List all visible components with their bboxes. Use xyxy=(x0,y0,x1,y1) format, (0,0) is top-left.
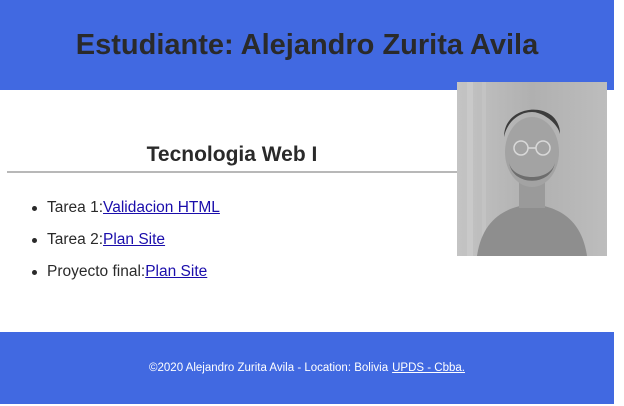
task-link-validacion-html[interactable]: Validacion HTML xyxy=(103,199,220,216)
profile-photo xyxy=(457,82,607,256)
task-list: Tarea 1:Validacion HTML Tarea 2:Plan Sit… xyxy=(30,196,220,292)
list-item: Proyecto final:Plan Site xyxy=(30,260,220,292)
task-prefix: Proyecto final: xyxy=(47,263,146,280)
section-title: Tecnologia Web I xyxy=(146,143,318,166)
list-item: Tarea 2:Plan Site xyxy=(30,228,220,260)
task-prefix: Tarea 2: xyxy=(47,231,104,248)
task-link-plan-site[interactable]: Plan Site xyxy=(103,231,165,248)
page-title: Estudiante: Alejandro Zurita Avila xyxy=(75,28,539,61)
list-item: Tarea 1:Validacion HTML xyxy=(30,196,220,228)
profile-photo-image xyxy=(457,82,607,256)
footer-link-upds[interactable]: UPDS - Cbba. xyxy=(392,362,465,374)
project-link-plan-site[interactable]: Plan Site xyxy=(145,263,207,280)
footer-banner: ©2020 Alejandro Zurita Avila - Location:… xyxy=(0,332,614,404)
task-prefix: Tarea 1: xyxy=(47,199,104,216)
footer-text: ©2020 Alejandro Zurita Avila - Location:… xyxy=(149,362,389,374)
header-banner: Estudiante: Alejandro Zurita Avila xyxy=(0,0,614,90)
divider xyxy=(7,171,457,173)
